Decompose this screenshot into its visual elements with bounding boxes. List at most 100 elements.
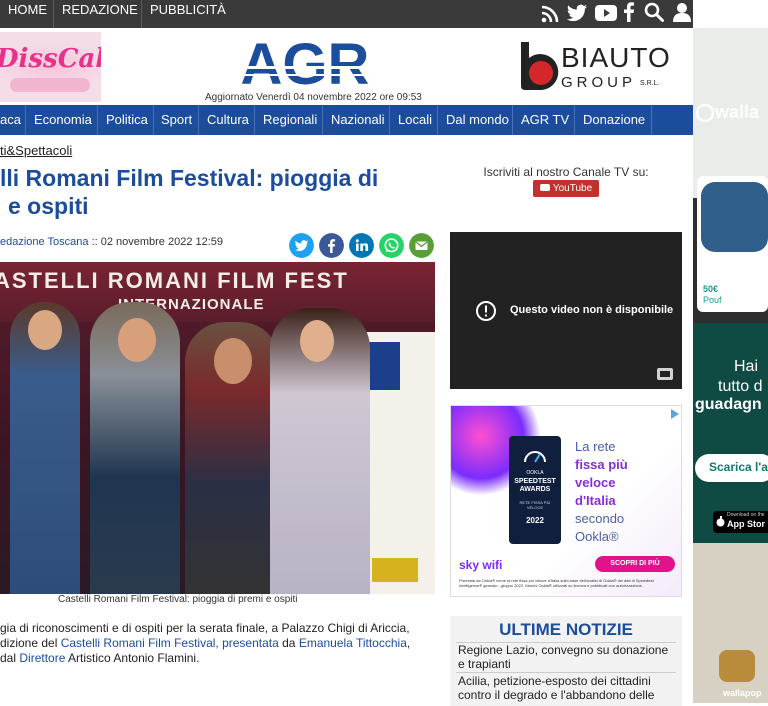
festival-link[interactable]: Castelli Romani Film Festival, presentat…	[61, 636, 279, 650]
rss-icon[interactable]	[541, 4, 559, 24]
user-icon[interactable]	[672, 2, 692, 22]
badge-sub: RETE FISSA PIÙ VELOCE	[519, 500, 551, 510]
article-text: dizione del	[0, 636, 61, 650]
facebook-icon[interactable]	[624, 2, 634, 22]
nav-item-locali[interactable]: Locali	[398, 105, 432, 135]
nav-item-economia[interactable]: Economia	[34, 105, 92, 135]
facebook-share-icon[interactable]	[319, 233, 344, 258]
download-cta-button[interactable]: Scarica l'a	[695, 454, 768, 482]
nav-item-dal-mondo[interactable]: Dal mondo	[446, 105, 509, 135]
photo-banner-text: ASTELLI ROMANI FILM FEST	[0, 268, 349, 293]
news-item[interactable]: Acilia, petizione-esposto dei cittadini …	[458, 674, 678, 702]
product-card: 50€ Pouf	[697, 176, 768, 312]
topnav-pubblicita[interactable]: PUBBLICITÀ	[150, 0, 226, 28]
ad-headline-line: veloce	[575, 475, 616, 490]
nav-divider	[651, 105, 652, 135]
nav-item-regionali[interactable]: Regionali	[263, 105, 317, 135]
person-face	[300, 320, 334, 362]
nav-divider	[389, 105, 390, 135]
cake-shop-ad[interactable]: DissCake	[0, 32, 101, 102]
nav-divider	[153, 105, 154, 135]
article-body: gia di riconoscimenti e di ospiti per la…	[0, 621, 436, 666]
whatsapp-share-icon[interactable]	[379, 233, 404, 258]
article-text: Artistico Antonio Flamini.	[65, 651, 200, 665]
agr-logo[interactable]: AGR	[216, 36, 394, 92]
speedtest-badge: OOKLA SPEEDTEST AWARDS RETE FISSA PIÙ VE…	[509, 436, 561, 544]
director-link[interactable]: Direttore	[19, 651, 65, 665]
presenter-link[interactable]: Emanuela Tittocchia	[299, 636, 407, 650]
agr-tv-logo-block	[372, 558, 418, 582]
last-updated-text: Aggiornato Venerdì 04 novembre 2022 ore …	[205, 92, 422, 103]
discover-more-button[interactable]: SCOPRI DI PIÙ	[595, 556, 675, 572]
ad-choices-icon[interactable]	[669, 408, 681, 420]
nav-divider	[25, 105, 26, 135]
twitter-icon[interactable]	[566, 3, 588, 23]
ad-mid-panel	[693, 323, 768, 543]
video-player[interactable]: Questo video non è disponibile	[450, 232, 682, 389]
logo-text: AGR	[241, 36, 370, 92]
nav-item-politica[interactable]: Politica	[106, 105, 148, 135]
nav-item-cronaca[interactable]: aca	[0, 105, 21, 135]
youtube-subscribe-button[interactable]: YouTube	[533, 180, 599, 197]
article-title-line: e ospiti	[8, 193, 89, 219]
article-photo[interactable]: ASTELLI ROMANI FILM FEST INTERNAZIONALE	[0, 262, 435, 594]
youtube-watermark-icon[interactable]	[657, 368, 673, 380]
ad-text-line: Hai	[734, 358, 759, 375]
wallapop-ad[interactable]: walla 50€ Pouf Hai tutto d guadagn Scari…	[693, 28, 768, 703]
app-store-badge[interactable]: Download on the App Stor	[713, 511, 768, 533]
nav-item-donazione[interactable]: Donazione	[583, 105, 645, 135]
apple-icon	[716, 516, 725, 527]
badge-title: SPEEDTEST AWARDS	[514, 478, 556, 493]
sponsor-subname: GROUP	[561, 74, 637, 91]
nav-divider	[574, 105, 575, 135]
email-share-icon[interactable]	[409, 233, 434, 258]
nav-item-nazionali[interactable]: Nazionali	[331, 105, 384, 135]
latest-news-box: ULTIME NOTIZIE Regione Lazio, convegno s…	[450, 616, 682, 706]
ad-text-line: tutto d	[718, 378, 763, 395]
nav-divider	[97, 105, 98, 135]
nav-item-sport[interactable]: Sport	[161, 105, 192, 135]
nav-divider	[322, 105, 323, 135]
badge-year: 2022	[526, 516, 544, 525]
topnav-divider	[53, 0, 54, 28]
subscribe-text: Iscriviti al nostro Canale TV su:	[483, 165, 649, 179]
article-paragraph-line: dal Direttore Artistico Antonio Flamini.	[0, 651, 436, 666]
twitter-share-icon[interactable]	[289, 233, 314, 258]
speedometer-icon	[524, 451, 546, 463]
nav-divider	[254, 105, 255, 135]
logo-stripe	[216, 66, 394, 69]
top-bar: HOME REDAZIONE PUBBLICITÀ	[0, 0, 693, 28]
breadcrumb[interactable]: ti&Spettacoli	[0, 143, 72, 158]
sky-wifi-brand: sky wifi	[459, 558, 503, 572]
nav-divider	[198, 105, 199, 135]
news-item[interactable]: Regione Lazio, convegno su donazione e t…	[458, 643, 678, 671]
app-store-small-text: Download on the	[727, 512, 765, 518]
article-author[interactable]: edazione Toscana	[0, 236, 88, 248]
cake-ad-text: DissCake	[0, 44, 101, 74]
ad-headline-line: La rete	[575, 439, 616, 454]
article-date: 02 novembre 2022 12:59	[100, 236, 224, 248]
nav-item-cultura[interactable]: Cultura	[207, 105, 249, 135]
nav-divider	[437, 105, 438, 135]
nav-divider	[512, 105, 513, 135]
topnav-home[interactable]: HOME	[8, 0, 47, 28]
person-face	[214, 338, 252, 384]
biauto-sponsor-ad[interactable]: BIAUTO GROUP S.R.L.	[515, 38, 670, 94]
article-title: lli Romani Film Festival: pioggia di e o…	[0, 164, 430, 220]
product-name: Pouf	[703, 295, 722, 305]
info-icon	[476, 301, 496, 321]
app-store-text: App Stor	[727, 519, 765, 529]
main-nav: aca Economia Politica Sport Cultura Regi…	[0, 105, 693, 135]
ad-text-line: guadagn	[695, 396, 762, 413]
photo-caption: Castelli Romani Film Festival: pioggia d…	[58, 594, 298, 605]
news-divider	[456, 672, 676, 673]
nav-item-agr-tv[interactable]: AGR TV	[521, 105, 569, 135]
search-icon[interactable]	[644, 2, 664, 22]
sky-wifi-ad[interactable]: OOKLA SPEEDTEST AWARDS RETE FISSA PIÙ VE…	[450, 405, 682, 597]
youtube-icon[interactable]	[595, 3, 617, 23]
topnav-redazione[interactable]: REDAZIONE	[62, 0, 138, 28]
article-text: dal	[0, 651, 20, 665]
article-paragraph-line: gia di riconoscimenti e di ospiti per la…	[0, 621, 410, 635]
linkedin-share-icon[interactable]	[349, 233, 374, 258]
wallapop-brand: walla	[715, 102, 760, 122]
